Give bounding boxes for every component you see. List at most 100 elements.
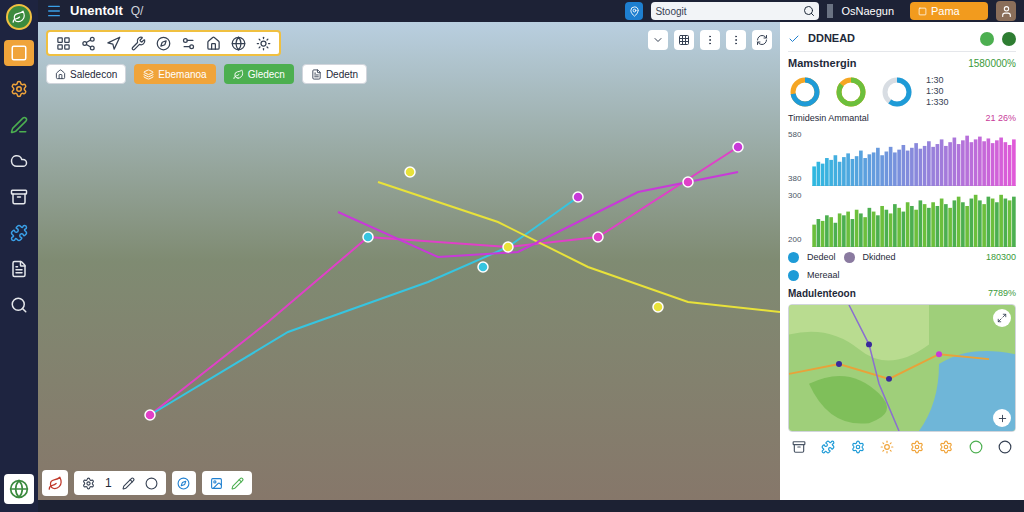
route-pin[interactable] [145, 410, 155, 420]
route-pin[interactable] [363, 232, 373, 242]
route-pin[interactable] [593, 232, 603, 242]
status-icon[interactable] [1002, 32, 1016, 46]
filter-bar: Saledecon Ebemanoa Gledecn Dedetn [46, 64, 772, 84]
tool-icon[interactable] [256, 36, 271, 51]
view-control[interactable] [648, 30, 668, 50]
chart-bar [812, 166, 816, 186]
route-line[interactable] [150, 147, 738, 415]
filter-icon [55, 69, 66, 80]
filter-chip[interactable]: Gledecn [224, 64, 294, 84]
panel-action-icon[interactable] [880, 440, 894, 454]
map-expand-button[interactable] [993, 309, 1011, 327]
chart-bar [914, 143, 918, 186]
pencil-icon[interactable] [231, 477, 244, 490]
chart-value: 21 26% [985, 112, 1016, 126]
search-field[interactable]: Stoogit [651, 2, 819, 20]
chart-bar [834, 155, 838, 186]
user-name[interactable]: OsNaegun [841, 3, 894, 20]
filter-chip[interactable]: Saledecon [46, 64, 126, 84]
route-pin[interactable] [503, 242, 513, 252]
panel-action-icon[interactable] [792, 440, 806, 454]
tool-icon[interactable] [81, 36, 96, 51]
brand-icon[interactable] [4, 474, 34, 504]
chart-bar [846, 153, 850, 186]
view-control[interactable] [752, 30, 772, 50]
filter-chip[interactable]: Ebemanoa [134, 64, 215, 84]
route-line[interactable] [338, 172, 738, 257]
pencil-icon[interactable] [122, 477, 135, 490]
map-button[interactable] [625, 2, 643, 20]
panel-action-icon[interactable] [821, 440, 835, 454]
chart-bar [999, 195, 1003, 247]
sidebar-item[interactable] [4, 184, 34, 210]
chart-bar [995, 140, 999, 186]
map-value: 7789% [988, 287, 1016, 301]
chart-bar [821, 221, 825, 247]
tool-bar [46, 30, 281, 56]
menu-icon[interactable] [46, 3, 62, 19]
map-view[interactable]: Saledecon Ebemanoa Gledecn Dedetn 1 [38, 22, 780, 500]
bottom-toolbar: 1 [42, 470, 252, 496]
chart-bar [970, 142, 974, 186]
tool-icon[interactable] [181, 36, 196, 51]
sidebar-item[interactable] [4, 40, 34, 66]
tool-icon[interactable] [56, 36, 71, 51]
status-icon[interactable] [980, 32, 994, 46]
map-title: Madulenteoon [788, 286, 856, 301]
chart-bar [953, 138, 957, 186]
chart-bar [872, 212, 876, 247]
gear-icon[interactable] [82, 477, 95, 490]
panel-row[interactable]: DedeolDkidned180300 [788, 250, 1016, 265]
chart-bar [876, 148, 880, 186]
panel-action-icon[interactable] [969, 440, 983, 454]
sidebar-item[interactable] [4, 76, 34, 102]
avatar-icon[interactable] [996, 1, 1016, 21]
sidebar-item[interactable] [4, 292, 34, 318]
route-pin[interactable] [573, 192, 583, 202]
badge-icon[interactable] [42, 470, 68, 496]
panel-action-icon[interactable] [939, 440, 953, 454]
circle-icon[interactable] [145, 477, 158, 490]
logo-icon[interactable] [6, 4, 32, 30]
image-icon[interactable] [210, 477, 223, 490]
route-line[interactable] [378, 182, 780, 312]
filter-chip[interactable]: Dedetn [302, 64, 367, 84]
row-icon [788, 252, 799, 263]
chart-bar [829, 217, 833, 247]
view-control[interactable] [700, 30, 720, 50]
sidebar-item[interactable] [4, 148, 34, 174]
map-zoom-button[interactable] [993, 409, 1011, 427]
chart-bar [944, 204, 948, 247]
donut-reading: 1:30 [926, 86, 949, 97]
chart-bar [940, 199, 944, 247]
tool-icon[interactable] [206, 36, 221, 51]
panel-action-icon[interactable] [998, 440, 1012, 454]
panel-title: DDNEAD [808, 30, 972, 47]
tool-icon[interactable] [131, 36, 146, 51]
chart-bar [961, 202, 965, 247]
sidebar-item[interactable] [4, 112, 34, 138]
app-title: Unentolt [70, 1, 123, 21]
gear-icon [10, 80, 28, 98]
sidebar-item[interactable] [4, 256, 34, 282]
tool-icon[interactable] [156, 36, 171, 51]
route-pin[interactable] [405, 167, 415, 177]
sidebar-item[interactable] [4, 220, 34, 246]
view-control[interactable] [726, 30, 746, 50]
primary-button[interactable]: Pama [910, 2, 988, 20]
route-pin[interactable] [653, 302, 663, 312]
compass-icon[interactable] [177, 477, 190, 490]
tool-icon[interactable] [106, 36, 121, 51]
tool-icon[interactable] [231, 36, 246, 51]
panel-row[interactable]: Mereaal [788, 268, 1016, 283]
route-pin[interactable] [733, 142, 743, 152]
panel-action-icon[interactable] [910, 440, 924, 454]
route-pin[interactable] [683, 177, 693, 187]
route-pin[interactable] [478, 262, 488, 272]
panel-action-icon[interactable] [851, 440, 865, 454]
view-control[interactable] [674, 30, 694, 50]
page-number[interactable]: 1 [105, 474, 112, 492]
chart-bar [817, 162, 821, 186]
layout-icon [10, 44, 28, 62]
mini-map[interactable] [788, 304, 1016, 432]
